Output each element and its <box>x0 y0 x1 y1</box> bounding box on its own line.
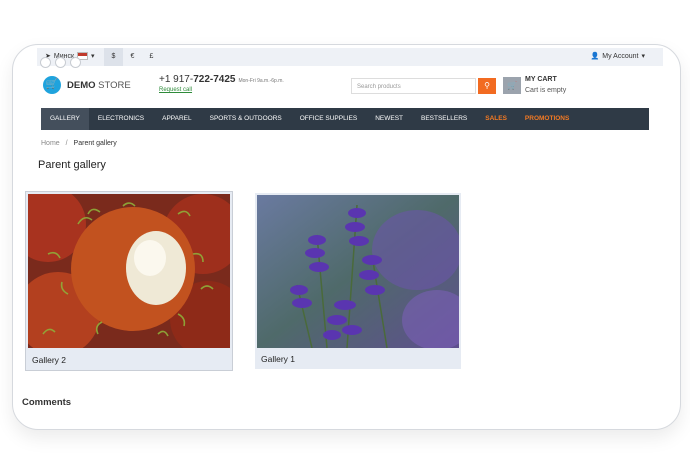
nav-item-promotions[interactable]: PROMOTIONS <box>516 108 578 130</box>
gallery-card[interactable]: Gallery 1 <box>255 193 461 369</box>
window-dot <box>55 57 66 68</box>
breadcrumb-current: Parent gallery <box>73 140 117 147</box>
comments-heading: Comments <box>22 397 72 408</box>
breadcrumb-separator: / <box>65 140 68 147</box>
account-menu[interactable]: 👤 My Account ▾ <box>590 52 645 61</box>
user-icon: 👤 <box>590 53 600 60</box>
gallery-card-title: Gallery 1 <box>261 354 296 364</box>
cart-status: Cart is empty <box>525 87 567 94</box>
window-controls <box>40 57 81 68</box>
window-dot <box>70 57 81 68</box>
currency-eur[interactable]: € <box>123 48 142 66</box>
business-hours: Mon-Fri 9a.m.-6p.m. <box>238 78 284 84</box>
account-label: My Account <box>602 52 639 60</box>
main-nav: GALLERY ELECTRONICS APPAREL SPORTS & OUT… <box>41 108 649 130</box>
nav-item-newest[interactable]: NEWEST <box>366 108 412 130</box>
cart-logo-icon: 🛒 <box>43 76 61 94</box>
page-title: Parent gallery <box>38 159 106 171</box>
store-page: ➤ Минск ▾ $ € £ 👤 My Account ▾ 🛒 DEMO ST… <box>22 45 663 429</box>
nav-item-sports-outdoors[interactable]: SPORTS & OUTDOORS <box>201 108 291 130</box>
logo-bold: DEMO <box>67 79 96 91</box>
lavender-photo <box>257 195 459 348</box>
cart-title[interactable]: MY CART <box>525 76 557 83</box>
chevron-down-icon: ▾ <box>641 53 645 60</box>
phone-main: 722-7425 <box>193 74 236 85</box>
nav-item-gallery[interactable]: GALLERY <box>41 108 89 130</box>
device-frame: ➤ Минск ▾ $ € £ 👤 My Account ▾ 🛒 DEMO ST… <box>12 44 681 430</box>
nav-item-bestsellers[interactable]: BESTSELLERS <box>412 108 476 130</box>
breadcrumb-home[interactable]: Home <box>41 140 60 147</box>
search-icon: ⚲ <box>484 81 490 90</box>
nav-item-office-supplies[interactable]: OFFICE SUPPLIES <box>291 108 366 130</box>
chevron-down-icon: ▾ <box>91 53 95 60</box>
phone-prefix: +1 917- <box>159 74 194 85</box>
rambutan-photo <box>28 194 230 348</box>
gallery-card-title: Gallery 2 <box>32 355 67 365</box>
logo-light: STORE <box>98 79 131 91</box>
nav-item-apparel[interactable]: APPAREL <box>153 108 201 130</box>
nav-item-sales[interactable]: SALES <box>476 108 516 130</box>
phone-number: +1 917-722-7425 Mon-Fri 9a.m.-6p.m. <box>159 74 284 85</box>
currency-usd[interactable]: $ <box>104 48 123 66</box>
nav-item-electronics[interactable]: ELECTRONICS <box>89 108 153 130</box>
currency-gbp[interactable]: £ <box>142 48 161 66</box>
breadcrumb: Home / Parent gallery <box>41 140 117 147</box>
request-call-link[interactable]: Request call <box>159 87 192 93</box>
logo-text: DEMO STORE <box>67 80 131 91</box>
search-button[interactable]: ⚲ <box>478 78 496 94</box>
top-bar: ➤ Минск ▾ $ € £ 👤 My Account ▾ <box>37 48 663 66</box>
gallery-card[interactable]: Gallery 2 <box>25 191 233 371</box>
cart-icon[interactable]: 🛒 <box>503 77 521 94</box>
window-dot <box>40 57 51 68</box>
store-logo[interactable]: 🛒 DEMO STORE <box>43 76 131 94</box>
search-input[interactable]: Search products <box>351 78 476 94</box>
header: 🛒 DEMO STORE +1 917-722-7425 Mon-Fri 9a.m… <box>37 66 663 108</box>
